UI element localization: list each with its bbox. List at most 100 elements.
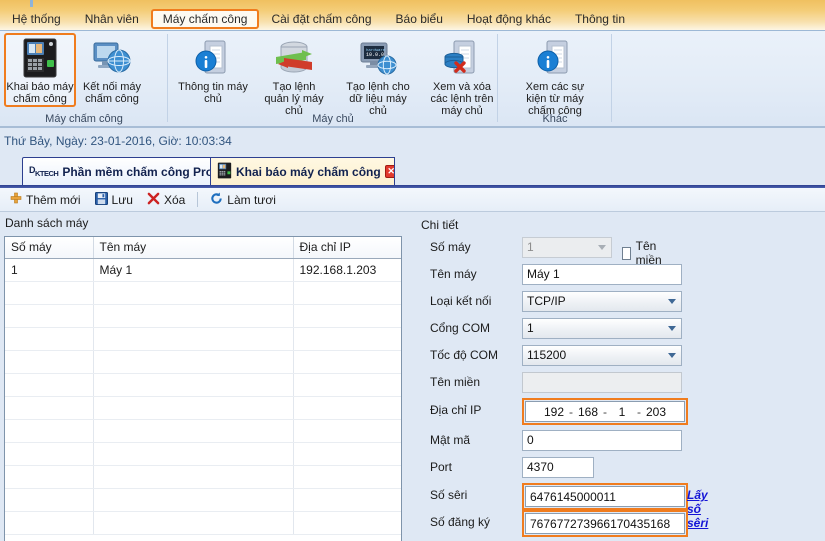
ribbon-button-thong-tin-may-chu[interactable]: Thông tin máy chủ xyxy=(174,33,252,117)
ten-may-input-wrap[interactable]: Máy 1 xyxy=(522,263,682,285)
server-info-icon xyxy=(535,37,575,79)
label-so-dang-ky: Số đăng ký xyxy=(430,515,491,529)
detail-panel: Chi tiết Số máy 1 Tên miền Tên máy Máy 1… xyxy=(410,212,825,541)
label-so-seri: Số sêri xyxy=(430,488,468,502)
table-row-empty[interactable] xyxy=(5,488,401,512)
delete-x-icon xyxy=(147,192,160,208)
port-input-wrap[interactable]: 4370 xyxy=(522,456,594,478)
dia-chi-ip-input[interactable]: 192 - 168 - 1 - 203 xyxy=(525,401,685,422)
ribbon-button-xem-va-xoa-cac-lenh-tren-may-chu[interactable]: Xem và xóa các lệnh trên máy chủ xyxy=(420,33,504,117)
menu-item-cai-dat-cham-cong[interactable]: Cài đặt chấm công xyxy=(259,9,383,29)
delete-label: Xóa xyxy=(163,192,186,207)
ribbon-button-tao-lenh-cho-du-lieu-may-chu[interactable]: hardware 10.0.0.1 Tạo lệnh cho dữ liệu m… xyxy=(336,33,420,117)
loai-ket-noi-value: TCP/IP xyxy=(527,294,566,308)
table-row-empty[interactable] xyxy=(5,373,401,397)
ribbon-button-label: Khai báo máy chấm công xyxy=(6,81,74,105)
ribbon-button-label: Kết nối máy chấm công xyxy=(82,81,142,105)
ribbon-group-title: Máy chấm công xyxy=(45,113,123,125)
get-serial-link[interactable]: Lấy số sêri xyxy=(687,488,708,530)
ribbon-button-label: Xem và xóa các lệnh trên máy chủ xyxy=(430,81,494,117)
ribbon-group-title: Khác xyxy=(542,113,568,125)
machine-table-body: 1 Máy 1 192.168.1.203 xyxy=(5,258,401,535)
save-label: Lưu xyxy=(111,192,133,207)
ip-separator: - xyxy=(603,404,607,419)
table-row-empty[interactable] xyxy=(5,465,401,489)
table-row[interactable]: 1 Máy 1 192.168.1.203 xyxy=(5,258,401,282)
ip-octet-1: 192 xyxy=(543,404,565,419)
table-row-empty[interactable] xyxy=(5,304,401,328)
so-seri-input[interactable]: 6476145000011 xyxy=(525,486,685,507)
ribbon-button-label: Tạo lệnh cho dữ liệu máy chủ xyxy=(346,81,410,117)
table-row-empty[interactable] xyxy=(5,281,401,305)
menu-item-hoat-dong-khac[interactable]: Hoạt động khác xyxy=(455,9,563,29)
table-row-empty[interactable] xyxy=(5,396,401,420)
menu-item-may-cham-cong[interactable]: Máy chấm công xyxy=(150,9,260,29)
label-port: Port xyxy=(430,460,453,474)
ten-mien-input-wrap[interactable] xyxy=(522,371,682,393)
highlight-box-registration: 767677273966170435168 xyxy=(522,510,688,537)
column-header-ten-may[interactable]: Tên máy xyxy=(93,237,294,259)
label-ten-may: Tên máy xyxy=(430,267,477,281)
tab-khai-bao-may-cham-cong[interactable]: Khai báo máy chấm công ✕ xyxy=(210,157,395,185)
table-row-empty[interactable] xyxy=(5,350,401,374)
plus-icon xyxy=(10,192,22,207)
machine-table: Số máy Tên máy Địa chỉ IP 1 Máy 1 192.16… xyxy=(5,237,401,535)
highlight-box-serial: 6476145000011 xyxy=(522,483,688,510)
ribbon-button-ket-noi-may-cham-cong[interactable]: Kết nối máy chấm công xyxy=(76,33,148,107)
ribbon-button-khai-bao-may-cham-cong[interactable]: Khai báo máy chấm công xyxy=(4,33,76,107)
menu-item-he-thong[interactable]: Hệ thống xyxy=(0,9,73,29)
toc-do-com-combo[interactable]: 115200 xyxy=(522,344,682,366)
menu-item-bao-bieu[interactable]: Báo biểu xyxy=(384,9,455,29)
add-new-label: Thêm mới xyxy=(26,192,81,207)
so-dang-ky-input[interactable]: 767677273966170435168 xyxy=(525,513,685,534)
ribbon-group-khac: Xem các sự kiện từ máy chấm công Khác xyxy=(498,31,612,128)
attendance-terminal-icon xyxy=(22,37,58,79)
main-menu-bar: Hệ thống Nhân viên Máy chấm công Cài đặt… xyxy=(0,0,825,31)
ten-may-input[interactable]: Máy 1 xyxy=(522,263,682,285)
table-row-empty[interactable] xyxy=(5,511,401,535)
tab-close-icon[interactable]: ✕ xyxy=(384,165,394,178)
ribbon-button-tao-lenh-quan-ly-may-chu[interactable]: Tạo lệnh quản lý máy chủ xyxy=(252,33,336,117)
window-caret-icon xyxy=(30,0,33,7)
ribbon-group-title: Máy chủ xyxy=(312,113,354,125)
column-header-so-may[interactable]: Số máy xyxy=(5,237,94,259)
save-disk-icon xyxy=(94,191,108,208)
mat-ma-input-wrap[interactable]: 0 xyxy=(522,429,682,451)
ribbon-button-xem-cac-su-kien-tu-may-cham-cong[interactable]: Xem các sự kiện từ máy chấm công xyxy=(510,33,600,117)
application-window: Hệ thống Nhân viên Máy chấm công Cài đặt… xyxy=(0,0,825,541)
ip-octet-3: 1 xyxy=(618,404,626,419)
save-button[interactable]: Lưu xyxy=(89,190,139,210)
tab-label: Khai báo máy chấm công xyxy=(236,164,381,179)
refresh-button[interactable]: Làm tươi xyxy=(204,190,282,210)
column-header-dia-chi-ip[interactable]: Địa chỉ IP xyxy=(293,237,401,259)
table-row-empty[interactable] xyxy=(5,442,401,466)
delete-button[interactable]: Xóa xyxy=(141,190,191,210)
mat-ma-input[interactable]: 0 xyxy=(522,429,682,451)
chevron-down-icon xyxy=(598,245,606,250)
machine-list-grid[interactable]: Số máy Tên máy Địa chỉ IP 1 Máy 1 192.16… xyxy=(4,236,402,541)
label-cong-com: Cổng COM xyxy=(430,321,491,335)
label-loai-ket-noi: Loại kết nối xyxy=(430,294,492,308)
highlight-box-ip: 192 - 168 - 1 - 203 xyxy=(522,398,688,425)
label-so-may: Số máy xyxy=(430,240,471,254)
so-dang-ky-highlight: 767677273966170435168 xyxy=(522,510,688,537)
menu-item-thong-tin[interactable]: Thông tin xyxy=(563,9,637,29)
loai-ket-noi-combo[interactable]: TCP/IP xyxy=(522,290,682,312)
port-input[interactable]: 4370 xyxy=(522,456,594,478)
cell-so-may: 1 xyxy=(5,258,94,282)
chevron-down-icon xyxy=(668,353,676,358)
add-new-button[interactable]: Thêm mới xyxy=(4,190,87,209)
toolbar-separator xyxy=(197,192,199,207)
server-network-icon: hardware 10.0.0.1 xyxy=(356,37,400,79)
table-row-empty[interactable] xyxy=(5,327,401,351)
cong-com-combo[interactable]: 1 xyxy=(522,317,682,339)
detail-form: Số máy 1 Tên miền Tên máy Máy 1 Loại kết… xyxy=(410,236,825,541)
refresh-icon xyxy=(210,192,223,208)
table-row-empty[interactable] xyxy=(5,419,401,443)
so-may-combo[interactable]: 1 xyxy=(522,236,612,258)
tab-phan-mem-cham-cong-pro[interactable]: DKTECH Phần mềm chấm công Pro xyxy=(22,157,222,185)
menu-item-nhan-vien[interactable]: Nhân viên xyxy=(73,9,151,29)
ten-mien-input[interactable] xyxy=(522,371,682,393)
ten-mien-checkbox[interactable] xyxy=(622,246,631,260)
dktech-logo-icon: DKTECH xyxy=(29,165,59,178)
